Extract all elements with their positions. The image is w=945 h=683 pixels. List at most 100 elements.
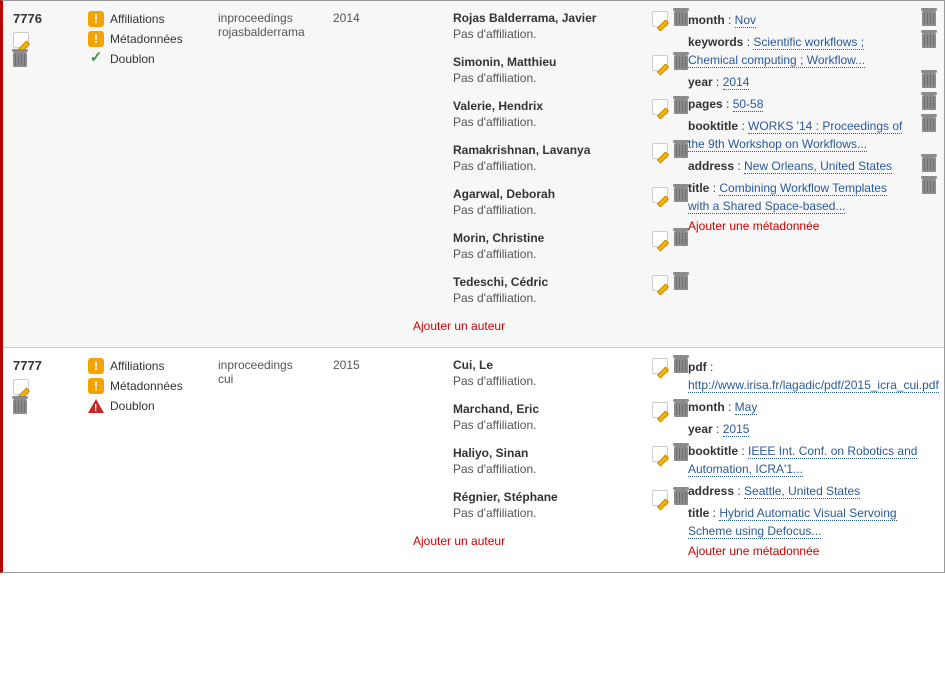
metadata-item: title : Combining Workflow Templates wit… bbox=[688, 179, 936, 215]
year-value: 2014 bbox=[333, 11, 453, 25]
metadata-value[interactable]: New Orleans, United States bbox=[744, 159, 892, 174]
edit-author-icon[interactable] bbox=[652, 143, 668, 159]
edit-author-icon[interactable] bbox=[652, 187, 668, 203]
edit-author-icon[interactable] bbox=[652, 55, 668, 71]
delete-author-icon[interactable] bbox=[674, 402, 688, 417]
add-author-link[interactable]: Ajouter un auteur bbox=[413, 319, 688, 333]
metadata-item: booktitle : IEEE Int. Conf. on Robotics … bbox=[688, 442, 945, 478]
warn-icon bbox=[88, 358, 104, 374]
delete-author-icon[interactable] bbox=[674, 11, 688, 26]
delete-author-icon[interactable] bbox=[674, 358, 688, 373]
metadata-item: pages : 50-58 bbox=[688, 95, 936, 113]
metadata-value[interactable]: May bbox=[735, 400, 758, 415]
author-affiliation: Pas d'affiliation. bbox=[453, 291, 642, 305]
delete-metadata-icon[interactable] bbox=[922, 95, 936, 110]
metadata-item: keywords : Scientific workflows ; Chemic… bbox=[688, 33, 936, 69]
flag-doublon[interactable]: Doublon bbox=[88, 51, 218, 67]
author-name: Cui, Le bbox=[453, 358, 642, 372]
danger-icon bbox=[88, 399, 104, 413]
delete-author-icon[interactable] bbox=[674, 55, 688, 70]
flag-metadata[interactable]: Métadonnées bbox=[88, 378, 218, 394]
delete-author-icon[interactable] bbox=[674, 187, 688, 202]
flag-label: Métadonnées bbox=[110, 31, 183, 47]
delete-author-icon[interactable] bbox=[674, 143, 688, 158]
author-affiliation: Pas d'affiliation. bbox=[453, 247, 642, 261]
delete-record-icon[interactable] bbox=[13, 52, 27, 67]
record-id: 7776 bbox=[13, 11, 88, 26]
metadata-value[interactable]: 50-58 bbox=[733, 97, 764, 112]
flag-label: Métadonnées bbox=[110, 378, 183, 394]
delete-author-icon[interactable] bbox=[674, 490, 688, 505]
edit-author-icon[interactable] bbox=[652, 402, 668, 418]
metadata-value[interactable]: Hybrid Automatic Visual Servoing Scheme … bbox=[688, 506, 897, 539]
flag-doublon[interactable]: Doublon bbox=[88, 398, 218, 414]
flag-label: Affiliations bbox=[110, 358, 164, 374]
edit-author-icon[interactable] bbox=[652, 358, 668, 374]
edit-author-icon[interactable] bbox=[652, 11, 668, 27]
author-item: Agarwal, Deborah Pas d'affiliation. bbox=[453, 187, 688, 217]
metadata-key: title bbox=[688, 506, 709, 520]
edit-record-icon[interactable] bbox=[13, 379, 29, 395]
metadata-value[interactable]: http://www.irisa.fr/lagadic/pdf/2015_icr… bbox=[688, 378, 939, 393]
delete-author-icon[interactable] bbox=[674, 99, 688, 114]
metadata-value[interactable]: Seattle, United States bbox=[744, 484, 860, 499]
metadata-item: pdf : http://www.irisa.fr/lagadic/pdf/20… bbox=[688, 358, 945, 394]
author-name: Régnier, Stéphane bbox=[453, 490, 642, 504]
add-author-link[interactable]: Ajouter un auteur bbox=[413, 534, 688, 548]
edit-author-icon[interactable] bbox=[652, 490, 668, 506]
author-name: Ramakrishnan, Lavanya bbox=[453, 143, 642, 157]
edit-author-icon[interactable] bbox=[652, 275, 668, 291]
flag-metadata[interactable]: Métadonnées bbox=[88, 31, 218, 47]
author-affiliation: Pas d'affiliation. bbox=[453, 159, 642, 173]
author-item: Haliyo, SinanPas d'affiliation. bbox=[453, 446, 688, 476]
metadata-item: month : Nov bbox=[688, 11, 936, 29]
warn-icon bbox=[88, 378, 104, 394]
author-affiliation: Pas d'affiliation. bbox=[453, 27, 642, 41]
metadata-key: year bbox=[688, 422, 713, 436]
metadata-value[interactable]: Nov bbox=[735, 13, 756, 28]
delete-metadata-icon[interactable] bbox=[922, 73, 936, 88]
entry-key: cui bbox=[218, 372, 333, 386]
entry-type: inproceedings bbox=[218, 11, 333, 25]
metadata-key: booktitle bbox=[688, 119, 738, 133]
flag-affiliations[interactable]: Affiliations bbox=[88, 358, 218, 374]
author-affiliation: Pas d'affiliation. bbox=[453, 506, 642, 520]
edit-author-icon[interactable] bbox=[652, 231, 668, 247]
metadata-key: pdf bbox=[688, 360, 707, 374]
delete-metadata-icon[interactable] bbox=[922, 11, 936, 26]
author-name: Rojas Balderrama, Javier bbox=[453, 11, 642, 25]
delete-metadata-icon[interactable] bbox=[922, 117, 936, 132]
entry-type: inproceedings bbox=[218, 358, 333, 372]
delete-author-icon[interactable] bbox=[674, 446, 688, 461]
metadata-item: month : May bbox=[688, 398, 945, 416]
flag-affiliations[interactable]: Affiliations bbox=[88, 11, 218, 27]
warn-icon bbox=[88, 11, 104, 27]
delete-author-icon[interactable] bbox=[674, 231, 688, 246]
metadata-value[interactable]: Combining Workflow Templates with a Shar… bbox=[688, 181, 887, 214]
metadata-value[interactable]: 2015 bbox=[723, 422, 750, 437]
delete-metadata-icon[interactable] bbox=[922, 157, 936, 172]
delete-author-icon[interactable] bbox=[674, 275, 688, 290]
author-affiliation: Pas d'affiliation. bbox=[453, 71, 642, 85]
edit-author-icon[interactable] bbox=[652, 446, 668, 462]
author-affiliation: Pas d'affiliation. bbox=[453, 418, 642, 432]
author-affiliation: Pas d'affiliation. bbox=[453, 203, 642, 217]
edit-record-icon[interactable] bbox=[13, 32, 29, 48]
metadata-key: month bbox=[688, 13, 725, 27]
add-metadata-link[interactable]: Ajouter une métadonnée bbox=[688, 544, 945, 558]
delete-metadata-icon[interactable] bbox=[922, 33, 936, 48]
delete-metadata-icon[interactable] bbox=[922, 179, 936, 194]
flag-label: Doublon bbox=[110, 51, 155, 67]
warn-icon bbox=[88, 31, 104, 47]
metadata-value[interactable]: 2014 bbox=[723, 75, 750, 90]
author-name: Haliyo, Sinan bbox=[453, 446, 642, 460]
add-metadata-link[interactable]: Ajouter une métadonnée bbox=[688, 219, 936, 233]
delete-record-icon[interactable] bbox=[13, 399, 27, 414]
metadata-item: year : 2015 bbox=[688, 420, 945, 438]
author-name: Agarwal, Deborah bbox=[453, 187, 642, 201]
metadata-key: title bbox=[688, 181, 709, 195]
metadata-key: year bbox=[688, 75, 713, 89]
metadata-key: booktitle bbox=[688, 444, 738, 458]
metadata-key: pages bbox=[688, 97, 723, 111]
edit-author-icon[interactable] bbox=[652, 99, 668, 115]
